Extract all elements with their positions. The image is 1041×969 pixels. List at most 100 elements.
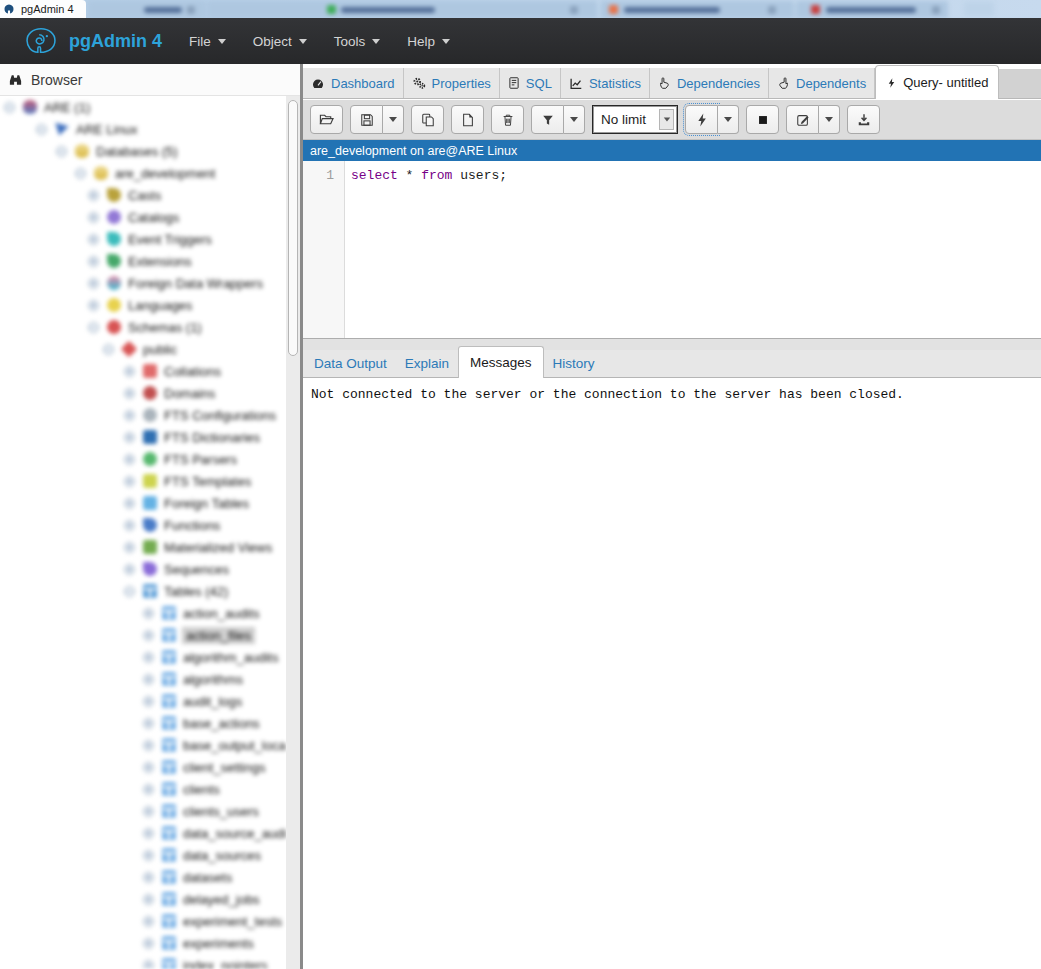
edit-button-dropdown[interactable] bbox=[819, 105, 840, 134]
output-tab-messages[interactable]: Messages bbox=[458, 346, 544, 378]
tab-statistics[interactable]: Statistics bbox=[561, 68, 650, 98]
expand-icon[interactable]: + bbox=[124, 366, 135, 377]
tab-dependencies[interactable]: Dependencies bbox=[650, 68, 769, 98]
expand-icon[interactable]: + bbox=[143, 894, 154, 905]
tree-item-data-source-audi[interactable]: +data_source_audi bbox=[0, 822, 286, 844]
tab-close-icon[interactable] bbox=[570, 6, 578, 14]
expand-icon[interactable]: + bbox=[124, 542, 135, 553]
expand-icon[interactable]: + bbox=[143, 740, 154, 751]
tree-item-schemas-1-[interactable]: −Schemas (1) bbox=[0, 316, 286, 338]
tree-item-catalogs[interactable]: +Catalogs bbox=[0, 206, 286, 228]
tree-item-extensions[interactable]: +Extensions bbox=[0, 250, 286, 272]
output-tab-history[interactable]: History bbox=[544, 349, 604, 377]
expand-icon[interactable]: + bbox=[143, 696, 154, 707]
expand-icon[interactable]: + bbox=[124, 564, 135, 575]
expand-icon[interactable]: + bbox=[124, 454, 135, 465]
execute-button-dropdown[interactable] bbox=[718, 105, 739, 134]
save-button-dropdown[interactable] bbox=[383, 105, 404, 134]
filter-button-dropdown[interactable] bbox=[564, 105, 585, 134]
tab-sql[interactable]: SQL bbox=[500, 68, 561, 98]
expand-icon[interactable]: + bbox=[143, 850, 154, 861]
tree-item-are-linux[interactable]: −ARE Linux bbox=[0, 118, 286, 140]
paste-button[interactable] bbox=[451, 105, 484, 134]
tree-item-clients[interactable]: +clients bbox=[0, 778, 286, 800]
tab-dependents[interactable]: Dependents bbox=[769, 68, 875, 98]
expand-icon[interactable]: + bbox=[143, 872, 154, 883]
expand-icon[interactable]: + bbox=[88, 234, 99, 245]
tree-item-are-1-[interactable]: −ARE (1) bbox=[0, 96, 286, 118]
browser-tab-pgadmin[interactable]: pgAdmin 4 bbox=[0, 0, 86, 18]
menu-help[interactable]: Help bbox=[407, 34, 450, 49]
tree-item-casts[interactable]: +Casts bbox=[0, 184, 286, 206]
collapse-icon[interactable]: − bbox=[103, 344, 114, 355]
collapse-icon[interactable]: − bbox=[88, 322, 99, 333]
tree-item-functions[interactable]: +Functions bbox=[0, 514, 286, 536]
expand-icon[interactable]: + bbox=[143, 674, 154, 685]
expand-icon[interactable]: + bbox=[124, 410, 135, 421]
collapse-icon[interactable]: − bbox=[36, 124, 47, 135]
tree-item-fts-configurations[interactable]: +FTS Configurations bbox=[0, 404, 286, 426]
tree-item-datasets[interactable]: +datasets bbox=[0, 866, 286, 888]
stop-button[interactable] bbox=[746, 105, 779, 134]
tree-item-collations[interactable]: +Collations bbox=[0, 360, 286, 382]
tree-item-fts-templates[interactable]: +FTS Templates bbox=[0, 470, 286, 492]
collapse-icon[interactable]: − bbox=[56, 146, 67, 157]
expand-icon[interactable]: + bbox=[88, 190, 99, 201]
expand-icon[interactable]: + bbox=[143, 630, 154, 641]
expand-icon[interactable]: + bbox=[88, 256, 99, 267]
open-file-button[interactable] bbox=[310, 105, 343, 134]
expand-icon[interactable]: + bbox=[143, 608, 154, 619]
tree-item-algorithms[interactable]: +algorithms bbox=[0, 668, 286, 690]
tree-item-data-sources[interactable]: +data_sources bbox=[0, 844, 286, 866]
tree-item-foreign-data-wrappers[interactable]: +Foreign Data Wrappers bbox=[0, 272, 286, 294]
tree-item-delayed-jobs[interactable]: +delayed_jobs bbox=[0, 888, 286, 910]
browser-tab[interactable] bbox=[796, 1, 948, 18]
tab-close-icon[interactable] bbox=[768, 6, 776, 14]
expand-icon[interactable]: + bbox=[88, 300, 99, 311]
tree-item-tables-42-[interactable]: −Tables (42) bbox=[0, 580, 286, 602]
tree-item-domains[interactable]: +Domains bbox=[0, 382, 286, 404]
tree-item-audit-logs[interactable]: +audit_logs bbox=[0, 690, 286, 712]
row-limit-select[interactable]: No limit bbox=[592, 105, 678, 134]
expand-icon[interactable]: + bbox=[88, 212, 99, 223]
blurred-browser-tabs[interactable] bbox=[0, 0, 1041, 18]
tree-item-databases-5-[interactable]: −Databases (5) bbox=[0, 140, 286, 162]
expand-icon[interactable]: + bbox=[143, 960, 154, 969]
browser-tab[interactable] bbox=[601, 1, 794, 18]
tree-item-index-pointers[interactable]: +index_pointers bbox=[0, 954, 286, 969]
tree-item-algorithm-audits[interactable]: +algorithm_audits bbox=[0, 646, 286, 668]
browser-tab[interactable] bbox=[207, 1, 597, 18]
delete-button[interactable] bbox=[491, 105, 524, 134]
expand-icon[interactable]: + bbox=[143, 718, 154, 729]
tree-scrollbar[interactable] bbox=[286, 96, 300, 969]
menu-tools[interactable]: Tools bbox=[334, 34, 381, 49]
copy-button[interactable] bbox=[411, 105, 444, 134]
output-tab-data-output[interactable]: Data Output bbox=[305, 349, 396, 377]
collapse-icon[interactable]: − bbox=[124, 586, 135, 597]
output-tab-explain[interactable]: Explain bbox=[396, 349, 458, 377]
browser-tab[interactable] bbox=[88, 1, 206, 18]
tab-close-icon[interactable] bbox=[187, 6, 195, 14]
tree-item-materialized-views[interactable]: +Materialized Views bbox=[0, 536, 286, 558]
tab-query-untitled[interactable]: Query- untitled bbox=[875, 65, 999, 99]
save-button[interactable] bbox=[350, 105, 383, 134]
expand-icon[interactable]: + bbox=[124, 432, 135, 443]
expand-icon[interactable]: + bbox=[143, 828, 154, 839]
tree-item-foreign-tables[interactable]: +Foreign Tables bbox=[0, 492, 286, 514]
sql-editor[interactable]: 1 select * from users; bbox=[303, 161, 1041, 338]
tab-dashboard[interactable]: Dashboard bbox=[303, 68, 404, 98]
filter-button[interactable] bbox=[531, 105, 564, 134]
tree-item-base-actions[interactable]: +base_actions bbox=[0, 712, 286, 734]
expand-icon[interactable]: + bbox=[124, 388, 135, 399]
expand-icon[interactable]: + bbox=[124, 498, 135, 509]
expand-icon[interactable]: + bbox=[143, 784, 154, 795]
expand-icon[interactable]: + bbox=[124, 520, 135, 531]
expand-icon[interactable]: + bbox=[143, 762, 154, 773]
tree-item-fts-parsers[interactable]: +FTS Parsers bbox=[0, 448, 286, 470]
tab-close-icon[interactable] bbox=[932, 6, 940, 14]
download-button[interactable] bbox=[847, 105, 880, 134]
menu-object[interactable]: Object bbox=[253, 34, 307, 49]
execute-button[interactable] bbox=[685, 105, 718, 134]
tree-item-base-output-loca[interactable]: +base_output_loca bbox=[0, 734, 286, 756]
edit-button[interactable] bbox=[786, 105, 819, 134]
